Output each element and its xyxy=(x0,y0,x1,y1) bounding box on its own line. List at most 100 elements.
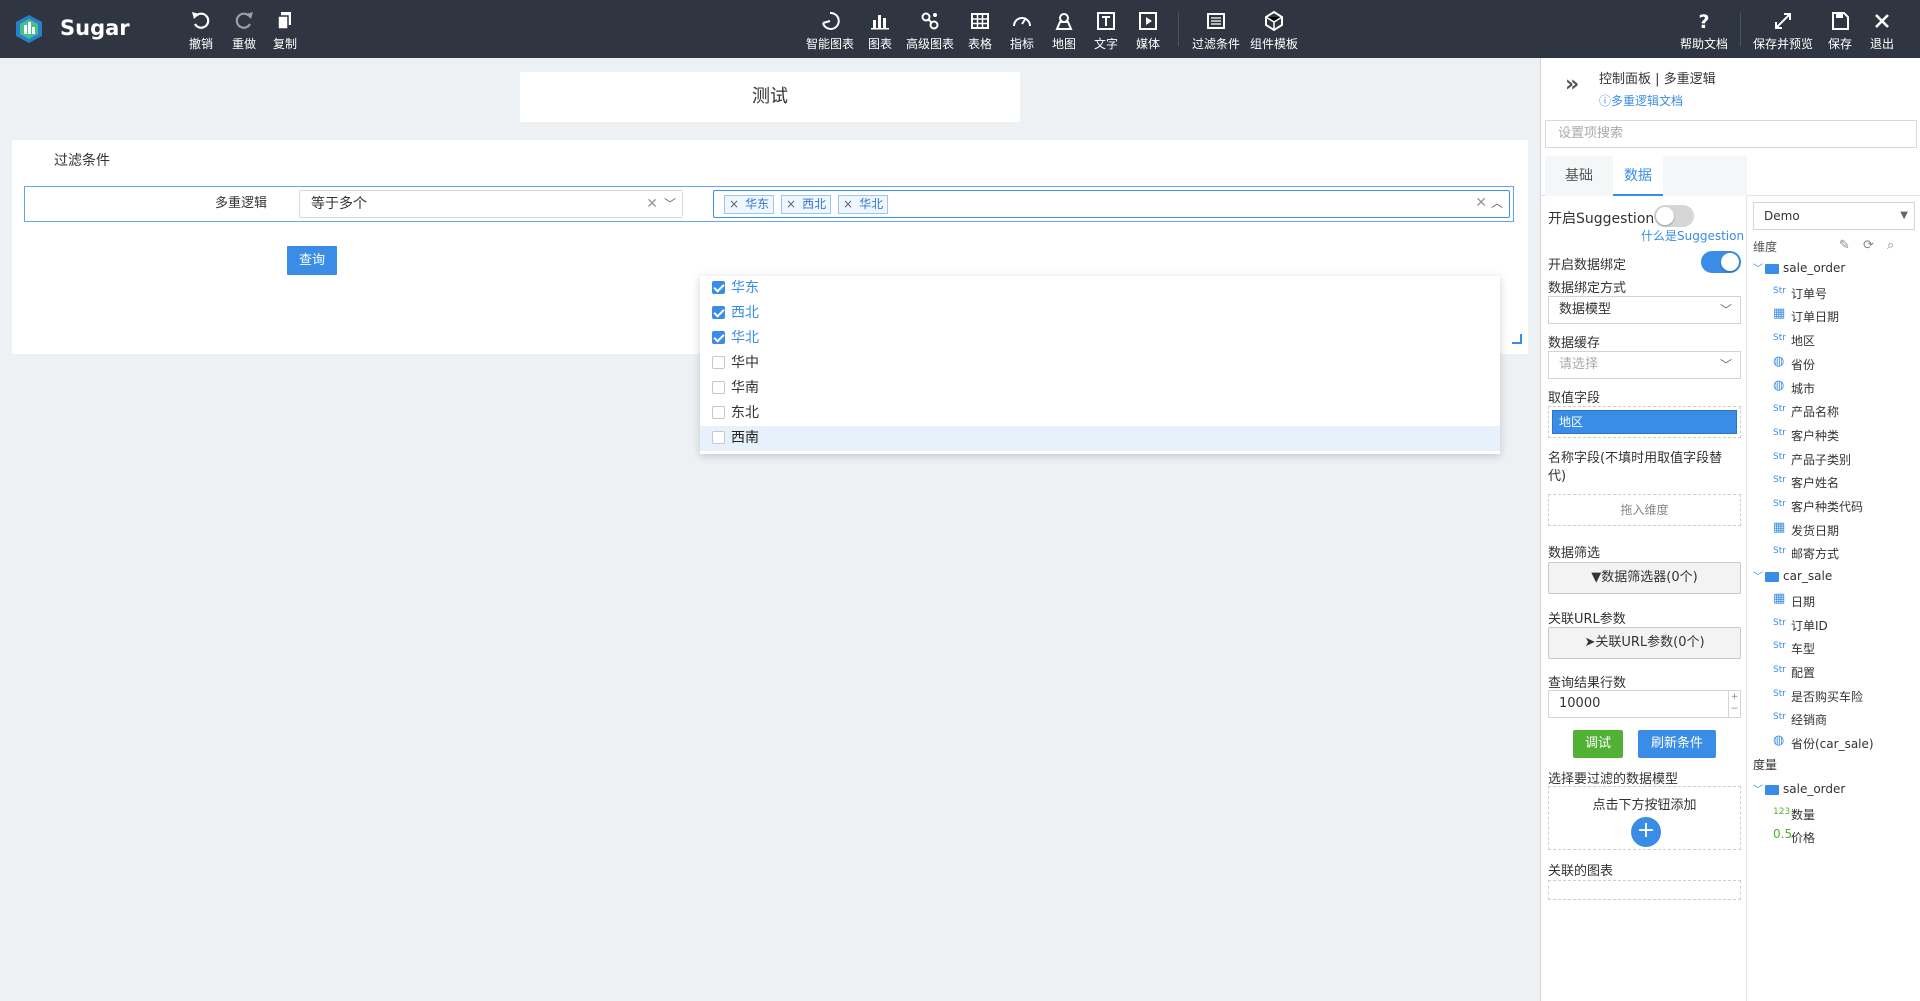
value-field-dropzone[interactable]: 地区 xyxy=(1548,406,1741,438)
page-title[interactable]: 测试 xyxy=(520,72,1020,122)
value-field-tag[interactable]: 地区 xyxy=(1552,410,1737,434)
field-item[interactable]: Str 客户种类代码 xyxy=(1747,495,1920,517)
value-multi-select[interactable]: × 华东 × 西北 × 华北 ✕ ︿ xyxy=(713,190,1510,218)
field-item[interactable]: Str 产品名称 xyxy=(1747,400,1920,422)
toolbar-template[interactable]: 组件模板 xyxy=(1248,10,1300,52)
field-item[interactable]: Str 订单ID xyxy=(1747,614,1920,636)
tab-data[interactable]: 数据 xyxy=(1613,156,1663,196)
chevron-down-icon[interactable]: ﹀ xyxy=(664,191,676,217)
selected-tag[interactable]: × 华东 xyxy=(724,195,775,214)
field-item[interactable]: Str 产品子类别 xyxy=(1747,448,1920,470)
field-item[interactable]: ◍ 城市 xyxy=(1747,377,1920,399)
debug-button[interactable]: 调试 xyxy=(1573,730,1623,758)
field-folder[interactable]: ﹀ sale_order xyxy=(1747,779,1920,801)
search-icon[interactable]: ⌕ xyxy=(1887,238,1894,253)
linked-charts-dropzone[interactable] xyxy=(1548,880,1741,900)
checkbox[interactable] xyxy=(712,356,725,369)
dropdown-option[interactable]: 西南 xyxy=(700,426,1500,451)
name-field-dropzone[interactable]: 拖入维度 xyxy=(1548,494,1741,526)
field-item[interactable]: Str 地区 xyxy=(1747,329,1920,351)
field-item[interactable]: ▦ 日期 xyxy=(1747,590,1920,612)
binding-toggle[interactable] xyxy=(1701,251,1741,273)
field-item[interactable]: Str 车型 xyxy=(1747,637,1920,659)
toolbar-filter[interactable]: 过滤条件 xyxy=(1190,10,1242,52)
refresh-icon[interactable]: ⟳ xyxy=(1863,238,1874,253)
operator-select[interactable]: 等于多个 ✕ ﹀ xyxy=(299,190,683,218)
field-folder[interactable]: ﹀ car_sale xyxy=(1747,566,1920,588)
toolbar-text[interactable]: 文字 xyxy=(1090,10,1122,52)
field-item[interactable]: 0.5 价格 xyxy=(1747,826,1920,848)
remove-tag-icon[interactable]: × xyxy=(786,197,796,211)
toolbar-map[interactable]: 地图 xyxy=(1048,10,1080,52)
field-item[interactable]: Str 客户种类 xyxy=(1747,424,1920,446)
save-preview-button[interactable]: 保存并预览 xyxy=(1752,10,1814,52)
field-item[interactable]: 123 数量 xyxy=(1747,803,1920,825)
cache-select[interactable]: 请选择 ﹀ xyxy=(1548,351,1741,379)
doc-link[interactable]: ⓘ多重逻辑文档 xyxy=(1599,92,1683,109)
field-item[interactable]: Str 经销商 xyxy=(1747,708,1920,730)
field-item[interactable]: ▦ 发货日期 xyxy=(1747,519,1920,541)
checkbox[interactable] xyxy=(712,306,725,319)
filter-row[interactable]: 多重逻辑 等于多个 ✕ ﹀ × 华东 × 西北 × 华北 ✕ ︿ xyxy=(24,186,1514,222)
dropdown-option[interactable]: 华东 xyxy=(700,276,1500,301)
toolbar-indicator[interactable]: 指标 xyxy=(1006,10,1038,52)
binding-mode-select[interactable]: 数据模型 ﹀ xyxy=(1548,296,1741,324)
field-item[interactable]: Str 客户姓名 xyxy=(1747,471,1920,493)
toolbar-media[interactable]: 媒体 xyxy=(1132,10,1164,52)
suggestion-toggle[interactable] xyxy=(1654,205,1694,227)
tab-basic[interactable]: 基础 xyxy=(1545,156,1613,196)
checkbox[interactable] xyxy=(712,281,725,294)
resize-handle[interactable] xyxy=(1512,334,1522,344)
refresh-button[interactable]: 刷新条件 xyxy=(1638,730,1716,758)
clear-icon[interactable]: ✕ xyxy=(646,191,658,217)
dropdown-option[interactable]: 华南 xyxy=(700,376,1500,401)
settings-search-input[interactable]: 设置项搜索 xyxy=(1545,120,1917,148)
remove-tag-icon[interactable]: × xyxy=(843,197,853,211)
dropdown-option[interactable]: 东北 xyxy=(700,401,1500,426)
chevron-down-icon[interactable]: ﹀ xyxy=(1753,568,1763,583)
dropdown-option[interactable]: 华北 xyxy=(700,326,1500,351)
rows-input[interactable]: 10000 + − xyxy=(1548,690,1741,718)
toolbar-advanced-chart[interactable]: 高级图表 xyxy=(904,10,956,52)
query-button[interactable]: 查询 xyxy=(287,246,337,275)
url-param-button[interactable]: ➤关联URL参数(0个) xyxy=(1548,627,1741,659)
redo-button[interactable]: 重做 xyxy=(229,10,259,52)
toolbar-table[interactable]: 表格 xyxy=(964,10,996,52)
edit-icon[interactable]: ✎ xyxy=(1839,238,1850,253)
checkbox[interactable] xyxy=(712,431,725,444)
selected-tag[interactable]: × 华北 xyxy=(838,195,889,214)
chevron-down-icon[interactable]: ﹀ xyxy=(1753,260,1763,275)
undo-button[interactable]: 撤销 xyxy=(186,10,216,52)
chevron-up-icon[interactable]: ︿ xyxy=(1491,194,1503,211)
field-item[interactable]: Str 订单号 xyxy=(1747,282,1920,304)
field-item[interactable]: ◍ 省份 xyxy=(1747,353,1920,375)
dropdown-option[interactable]: 西北 xyxy=(700,301,1500,326)
selected-tag[interactable]: × 西北 xyxy=(781,195,832,214)
data-filter-label: 数据筛选 xyxy=(1548,546,1601,561)
remove-tag-icon[interactable]: × xyxy=(729,197,739,211)
collapse-panel-icon[interactable]: » xyxy=(1565,72,1579,97)
toolbar-smart-chart[interactable]: 智能图表 xyxy=(804,10,856,52)
field-item[interactable]: Str 邮寄方式 xyxy=(1747,542,1920,564)
field-item[interactable]: ▦ 订单日期 xyxy=(1747,305,1920,327)
copy-button[interactable]: 复制 xyxy=(270,10,300,52)
suggestion-help-link[interactable]: 什么是Suggestion xyxy=(1641,227,1744,244)
field-folder[interactable]: ﹀ sale_order xyxy=(1747,258,1920,280)
dropdown-option[interactable]: 华中 xyxy=(700,351,1500,376)
exit-button[interactable]: 退出 xyxy=(1866,10,1898,52)
stepper-icon[interactable]: + − xyxy=(1728,691,1740,717)
toolbar-chart[interactable]: 图表 xyxy=(864,10,896,52)
checkbox[interactable] xyxy=(712,331,725,344)
datasource-select[interactable]: Demo ▼ xyxy=(1753,202,1915,230)
data-filter-button[interactable]: ▼数据筛选器(0个) xyxy=(1548,562,1741,594)
checkbox[interactable] xyxy=(712,406,725,419)
field-item[interactable]: ◍ 省份(car_sale) xyxy=(1747,732,1920,754)
save-button[interactable]: 保存 xyxy=(1824,10,1856,52)
chevron-down-icon[interactable]: ﹀ xyxy=(1753,781,1763,796)
field-item[interactable]: Str 是否购买车险 xyxy=(1747,685,1920,707)
help-doc-button[interactable]: ? 帮助文档 xyxy=(1680,10,1728,52)
clear-icon[interactable]: ✕ xyxy=(1475,195,1487,211)
checkbox[interactable] xyxy=(712,381,725,394)
add-model-button[interactable]: + xyxy=(1631,817,1661,847)
field-item[interactable]: Str 配置 xyxy=(1747,661,1920,683)
